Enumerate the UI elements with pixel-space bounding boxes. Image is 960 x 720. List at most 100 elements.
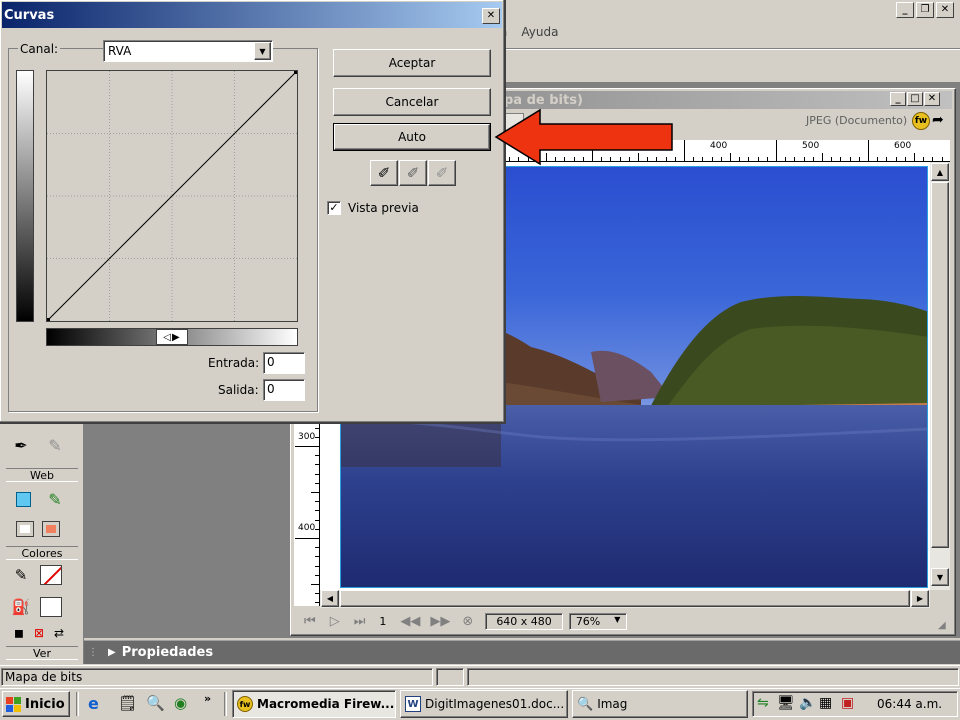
expand-arrow-icon[interactable]: ▶ xyxy=(108,647,116,658)
main-close-button[interactable]: ✕ xyxy=(936,2,954,18)
entrada-value: 0 xyxy=(267,355,275,369)
doc-close-button[interactable]: ✕ xyxy=(924,92,940,106)
white-eyedropper-button[interactable]: ✐ xyxy=(428,160,456,186)
gray-eyedropper-button[interactable]: ✐ xyxy=(399,160,427,186)
taskbar-label: Macromedia Firew... xyxy=(257,697,395,711)
scroll-down-button[interactable]: ▼ xyxy=(931,568,949,586)
ie-icon[interactable]: e xyxy=(88,694,108,714)
stop-icon[interactable]: ⊗ xyxy=(462,614,473,629)
scroll-h-thumb[interactable] xyxy=(340,590,910,607)
zoom-field[interactable]: 76% ▼ xyxy=(568,612,628,630)
annotation-arrow xyxy=(494,108,673,166)
canal-select[interactable]: RVA ▼ xyxy=(103,40,273,62)
auto-button[interactable]: Auto xyxy=(333,123,491,151)
panel-grip[interactable]: ⋮ xyxy=(88,647,98,658)
ruler-tick xyxy=(315,510,319,512)
quicklaunch-more-icon[interactable]: » xyxy=(204,692,211,705)
ruler-tick xyxy=(794,157,796,161)
pencil-tool-icon[interactable]: ✎ xyxy=(44,434,66,456)
pen-tool-icon[interactable]: ✒ xyxy=(10,434,32,456)
paint-bucket-icon[interactable]: ⛽ xyxy=(10,596,32,618)
curve-graph[interactable] xyxy=(46,70,298,322)
export-arrow-icon[interactable]: ➦ xyxy=(932,112,944,128)
start-button[interactable]: Inicio xyxy=(2,691,70,717)
ruler-label: 400 xyxy=(298,523,316,533)
ruler-tick xyxy=(730,153,731,161)
zoom-value: 76% xyxy=(575,614,601,628)
vista-previa-checkbox[interactable]: ✓ xyxy=(327,201,341,215)
scroll-up-button[interactable]: ▲ xyxy=(931,163,949,181)
status-text: Mapa de bits xyxy=(5,670,83,684)
curve-point-top xyxy=(294,71,297,74)
gradient-toggle-button[interactable]: ◁▶ xyxy=(156,329,188,345)
clock[interactable]: 06:44 a.m. xyxy=(877,697,942,711)
cancelar-button[interactable]: Cancelar xyxy=(333,88,491,116)
ruler-tick xyxy=(315,455,319,457)
fill-color-swatch[interactable] xyxy=(40,564,62,586)
fill-swatch-empty[interactable] xyxy=(40,596,62,618)
search-icon[interactable]: 🔍 xyxy=(146,694,166,714)
ruler-tick xyxy=(711,157,713,161)
media-icon[interactable]: ◉ xyxy=(174,694,194,714)
entrada-field[interactable]: 0 xyxy=(263,352,305,374)
prev-frame-icon[interactable]: ◀◀ xyxy=(400,614,420,629)
ruler-tick xyxy=(315,528,319,530)
vista-previa-label[interactable]: Vista previa xyxy=(348,201,419,215)
swap-colors-icon[interactable]: ⇄ xyxy=(48,622,70,644)
canal-value: RVA xyxy=(108,44,132,58)
taskbar-button-imag[interactable]: 🔍 Imag xyxy=(572,690,748,718)
scroll-left-button[interactable]: ◀ xyxy=(321,590,339,607)
doc-minimize-button[interactable]: _ xyxy=(890,92,906,106)
scroll-right-button[interactable]: ▶ xyxy=(911,590,929,607)
canal-label: Canal: xyxy=(18,42,61,56)
doc-maximize-button[interactable]: □ xyxy=(907,92,923,106)
first-frame-icon[interactable]: ⏮ xyxy=(304,614,316,629)
salida-field[interactable]: 0 xyxy=(263,379,305,401)
canal-dropdown-button[interactable]: ▼ xyxy=(254,42,271,60)
main-restore-button[interactable]: ❐ xyxy=(916,2,934,18)
monitor-icon[interactable]: 🖥 xyxy=(777,695,795,711)
menu-item-ayuda[interactable]: Ayuda xyxy=(521,25,558,43)
default-colors-icon[interactable]: ◼ xyxy=(8,622,30,644)
ruler-tick xyxy=(849,157,851,161)
fireworks-export-icon[interactable]: fw xyxy=(912,112,930,130)
tray-icon-4[interactable]: ▦ xyxy=(819,695,832,711)
show-slices-icon[interactable] xyxy=(40,518,62,540)
desktop-icon[interactable]: 🗒 xyxy=(118,694,138,714)
ruler-tick xyxy=(766,157,768,161)
last-frame-icon[interactable]: ⏭ xyxy=(354,614,366,629)
properties-title[interactable]: Propiedades xyxy=(122,645,213,660)
ruler-tick xyxy=(941,157,943,161)
curves-close-button[interactable]: ✕ xyxy=(482,8,500,24)
network-icon[interactable]: ⇋ xyxy=(757,695,769,711)
section-ver: Ver xyxy=(6,646,78,660)
next-frame-icon[interactable]: ▶▶ xyxy=(430,614,450,629)
volume-icon[interactable]: 🔈 xyxy=(799,695,816,711)
ruler-label: 400 xyxy=(710,141,728,151)
hotspot-tool-icon[interactable] xyxy=(12,488,34,510)
ruler-tick xyxy=(295,538,319,539)
tray-icon-5[interactable]: ▣ xyxy=(841,695,854,711)
hide-slices-icon[interactable] xyxy=(14,518,36,540)
resize-grip-icon[interactable]: ◢ xyxy=(938,620,946,631)
ruler-tick xyxy=(693,157,695,161)
no-color-icon[interactable]: ⊠ xyxy=(28,622,50,644)
play-icon[interactable]: ▷ xyxy=(330,614,340,629)
curve-grid xyxy=(47,71,297,321)
horizontal-scrollbar[interactable]: ◀ ▶ xyxy=(320,590,930,608)
ruler-label: 500 xyxy=(802,141,820,151)
taskbar-button-word[interactable]: W DigitImagenes01.doc... xyxy=(400,690,568,718)
slice-tool-icon[interactable]: ✎ xyxy=(44,488,66,510)
ruler-tick xyxy=(315,574,319,576)
stroke-color-icon[interactable]: ✎ xyxy=(10,564,32,586)
taskbar-button-fireworks[interactable]: fw Macromedia Firew... xyxy=(232,690,396,718)
ruler-tick xyxy=(315,473,319,475)
main-minimize-button[interactable]: _ xyxy=(896,2,914,18)
black-eyedropper-button[interactable]: ✐ xyxy=(370,160,398,186)
ruler-tick xyxy=(840,157,842,161)
scroll-thumb[interactable] xyxy=(931,182,949,548)
aceptar-button[interactable]: Aceptar xyxy=(333,49,491,77)
format-label: JPEG (Documento) xyxy=(806,114,908,127)
ruler-tick xyxy=(831,157,833,161)
vertical-scrollbar[interactable]: ▲ ▼ xyxy=(930,162,950,590)
